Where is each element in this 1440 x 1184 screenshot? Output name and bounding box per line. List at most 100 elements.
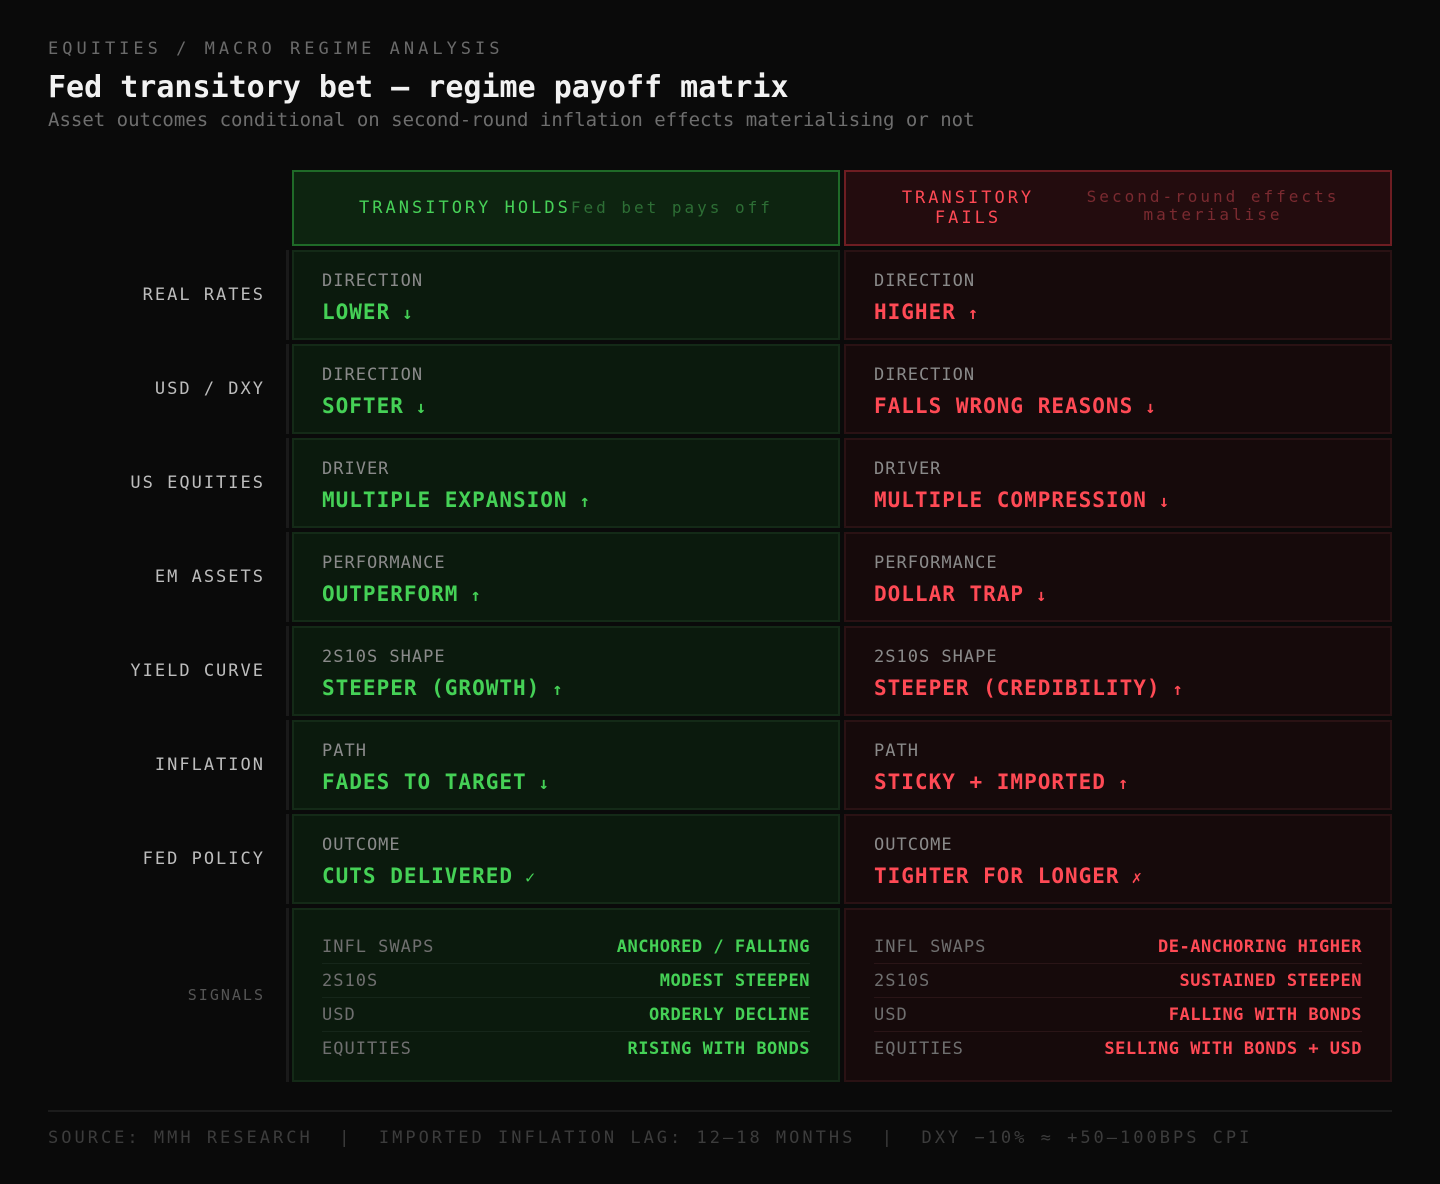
row-divider xyxy=(286,438,289,528)
arrow-down-icon: ↓ xyxy=(1145,398,1157,418)
cell-value: FADES TO TARGET ↓ xyxy=(322,768,838,798)
matrix-row-real-rates: REAL RATES DIRECTION LOWER ↓ DIRECTION HI… xyxy=(0,250,1440,340)
matrix-row-fed-policy: FED POLICY OUTCOME CUTS DELIVERED ✓ OUTCO… xyxy=(0,814,1440,904)
cell-key: PATH xyxy=(874,741,919,761)
signal-value: FALLING WITH BONDS xyxy=(1168,1004,1362,1025)
cell-value: STICKY + IMPORTED ↑ xyxy=(874,768,1390,798)
signal-key: USD xyxy=(322,1004,356,1025)
cell-key: DIRECTION xyxy=(322,271,424,291)
cell-fails: PERFORMANCE DOLLAR TRAP ↓ xyxy=(844,532,1392,622)
footer-text: SOURCE: MMH RESEARCH | IMPORTED INFLATIO… xyxy=(48,1128,1253,1148)
row-divider xyxy=(286,344,289,434)
source-footer: SOURCE: MMH RESEARCH | IMPORTED INFLATIO… xyxy=(48,1110,1392,1148)
row-label: INFLATION xyxy=(154,755,265,775)
signal-key: 2S10S xyxy=(874,970,931,991)
cell-value-text: HIGHER xyxy=(874,300,956,324)
breadcrumb: EQUITIES / MACRO REGIME ANALYSIS xyxy=(48,39,504,59)
row-label: US EQUITIES xyxy=(130,473,265,493)
column-header-transitory-holds: TRANSITORY HOLDS Fed bet pays off xyxy=(292,170,840,246)
cell-value-text: STICKY + IMPORTED xyxy=(874,770,1106,794)
cell-value-text: SOFTER xyxy=(322,394,404,418)
row-divider xyxy=(286,908,289,1082)
cell-value-text: STEEPER (GROWTH) xyxy=(322,676,541,700)
signal-item: INFL SWAPS DE-ANCHORING HIGHER xyxy=(874,930,1362,964)
cell-value: STEEPER (GROWTH) ↑ xyxy=(322,674,838,704)
matrix-row-signals: SIGNALS INFL SWAPS ANCHORED / FALLING 2S… xyxy=(0,908,1440,1082)
cell-value-text: OUTPERFORM xyxy=(322,582,459,606)
cell-key: 2S10S SHAPE xyxy=(322,647,446,667)
cell-value: MULTIPLE COMPRESSION ↓ xyxy=(874,486,1390,516)
cell-value-text: CUTS DELIVERED xyxy=(322,864,514,888)
signal-key: USD xyxy=(874,1004,908,1025)
matrix-row-inflation: INFLATION PATH FADES TO TARGET ↓ PATH STI… xyxy=(0,720,1440,810)
cell-key: 2S10S SHAPE xyxy=(874,647,998,667)
arrow-up-icon: ↑ xyxy=(1172,680,1184,700)
signal-key: 2S10S xyxy=(322,970,379,991)
signal-value: RISING WITH BONDS xyxy=(627,1038,810,1059)
cell-value-text: MULTIPLE COMPRESSION xyxy=(874,488,1147,512)
cell-value: OUTPERFORM ↑ xyxy=(322,580,838,610)
cell-value: HIGHER ↑ xyxy=(874,298,1390,328)
signals-cell-fails: INFL SWAPS DE-ANCHORING HIGHER 2S10S SUS… xyxy=(844,908,1392,1082)
signal-value: DE-ANCHORING HIGHER xyxy=(1158,936,1362,957)
signal-item: USD FALLING WITH BONDS xyxy=(874,998,1362,1032)
cell-value: LOWER ↓ xyxy=(322,298,838,328)
cell-holds: DIRECTION LOWER ↓ xyxy=(292,250,840,340)
signal-value: MODEST STEEPEN xyxy=(659,970,810,991)
arrow-up-icon: ↑ xyxy=(552,680,564,700)
arrow-up-icon: ↑ xyxy=(967,304,980,324)
signal-value: ORDERLY DECLINE xyxy=(648,1004,810,1025)
cell-fails: OUTCOME TIGHTER FOR LONGER ✗ xyxy=(844,814,1392,904)
row-divider xyxy=(286,250,289,340)
cell-holds: DRIVER MULTIPLE EXPANSION ↑ xyxy=(292,438,840,528)
matrix-row-usd-dxy: USD / DXY DIRECTION SOFTER ↓ DIRECTION FA… xyxy=(0,344,1440,434)
cell-fails: DRIVER MULTIPLE COMPRESSION ↓ xyxy=(844,438,1392,528)
cell-key: DIRECTION xyxy=(874,365,976,385)
cell-key: DIRECTION xyxy=(322,365,424,385)
signal-value: SELLING WITH BONDS + USD xyxy=(1104,1038,1362,1059)
cell-value: STEEPER (CREDIBILITY) ↑ xyxy=(874,674,1390,704)
page-subtitle: Asset outcomes conditional on second-rou… xyxy=(48,109,975,131)
column-header-sub: Second-round effects materialise xyxy=(1086,187,1340,224)
row-divider xyxy=(286,814,289,904)
cell-fails: 2S10S SHAPE STEEPER (CREDIBILITY) ↑ xyxy=(844,626,1392,716)
column-header-label: TRANSITORY FAILS xyxy=(901,188,1035,228)
page-title: Fed transitory bet — regime payoff matri… xyxy=(48,70,789,105)
signal-key: EQUITIES xyxy=(322,1038,412,1059)
row-label: EM ASSETS xyxy=(154,567,265,587)
cell-value: CUTS DELIVERED ✓ xyxy=(322,862,838,892)
cell-value: FALLS WRONG REASONS ↓ xyxy=(874,392,1390,422)
signal-item: INFL SWAPS ANCHORED / FALLING xyxy=(322,930,810,964)
row-label: USD / DXY xyxy=(154,379,265,399)
arrow-down-icon: ↓ xyxy=(402,304,414,324)
cell-value: TIGHTER FOR LONGER ✗ xyxy=(874,862,1390,892)
check-icon: ✓ xyxy=(525,868,537,888)
row-label: YIELD CURVE xyxy=(130,661,265,681)
cell-value-text: STEEPER (CREDIBILITY) xyxy=(874,676,1161,700)
arrow-down-icon: ↓ xyxy=(1158,492,1171,512)
signal-value: ANCHORED / FALLING xyxy=(616,936,810,957)
cell-key: PERFORMANCE xyxy=(874,553,998,573)
cell-value-text: FADES TO TARGET xyxy=(322,770,527,794)
matrix-row-em-assets: EM ASSETS PERFORMANCE OUTPERFORM ↑ PERFOR… xyxy=(0,532,1440,622)
cell-holds: PERFORMANCE OUTPERFORM ↑ xyxy=(292,532,840,622)
row-divider xyxy=(286,532,289,622)
arrow-down-icon: ↓ xyxy=(415,398,428,418)
signal-item: EQUITIES RISING WITH BONDS xyxy=(322,1032,810,1065)
signal-item: 2S10S SUSTAINED STEEPEN xyxy=(874,964,1362,998)
signals-cell-holds: INFL SWAPS ANCHORED / FALLING 2S10S MODE… xyxy=(292,908,840,1082)
row-label: REAL RATES xyxy=(142,285,265,305)
signal-item: EQUITIES SELLING WITH BONDS + USD xyxy=(874,1032,1362,1065)
matrix-row-us-equities: US EQUITIES DRIVER MULTIPLE EXPANSION ↑ D… xyxy=(0,438,1440,528)
cell-key: PERFORMANCE xyxy=(322,553,446,573)
arrow-up-icon: ↑ xyxy=(470,586,482,606)
column-header-transitory-fails: TRANSITORY FAILS Second-round effects ma… xyxy=(844,170,1392,246)
cell-value-text: DOLLAR TRAP xyxy=(874,582,1025,606)
signal-key: INFL SWAPS xyxy=(322,936,435,957)
cell-value-text: LOWER xyxy=(322,300,391,324)
cell-value-text: TIGHTER FOR LONGER xyxy=(874,864,1120,888)
cell-key: OUTCOME xyxy=(874,835,953,855)
payoff-matrix: REAL RATES DIRECTION LOWER ↓ DIRECTION HI… xyxy=(0,250,1440,1082)
signal-key: EQUITIES xyxy=(874,1038,964,1059)
cell-key: PATH xyxy=(322,741,367,761)
